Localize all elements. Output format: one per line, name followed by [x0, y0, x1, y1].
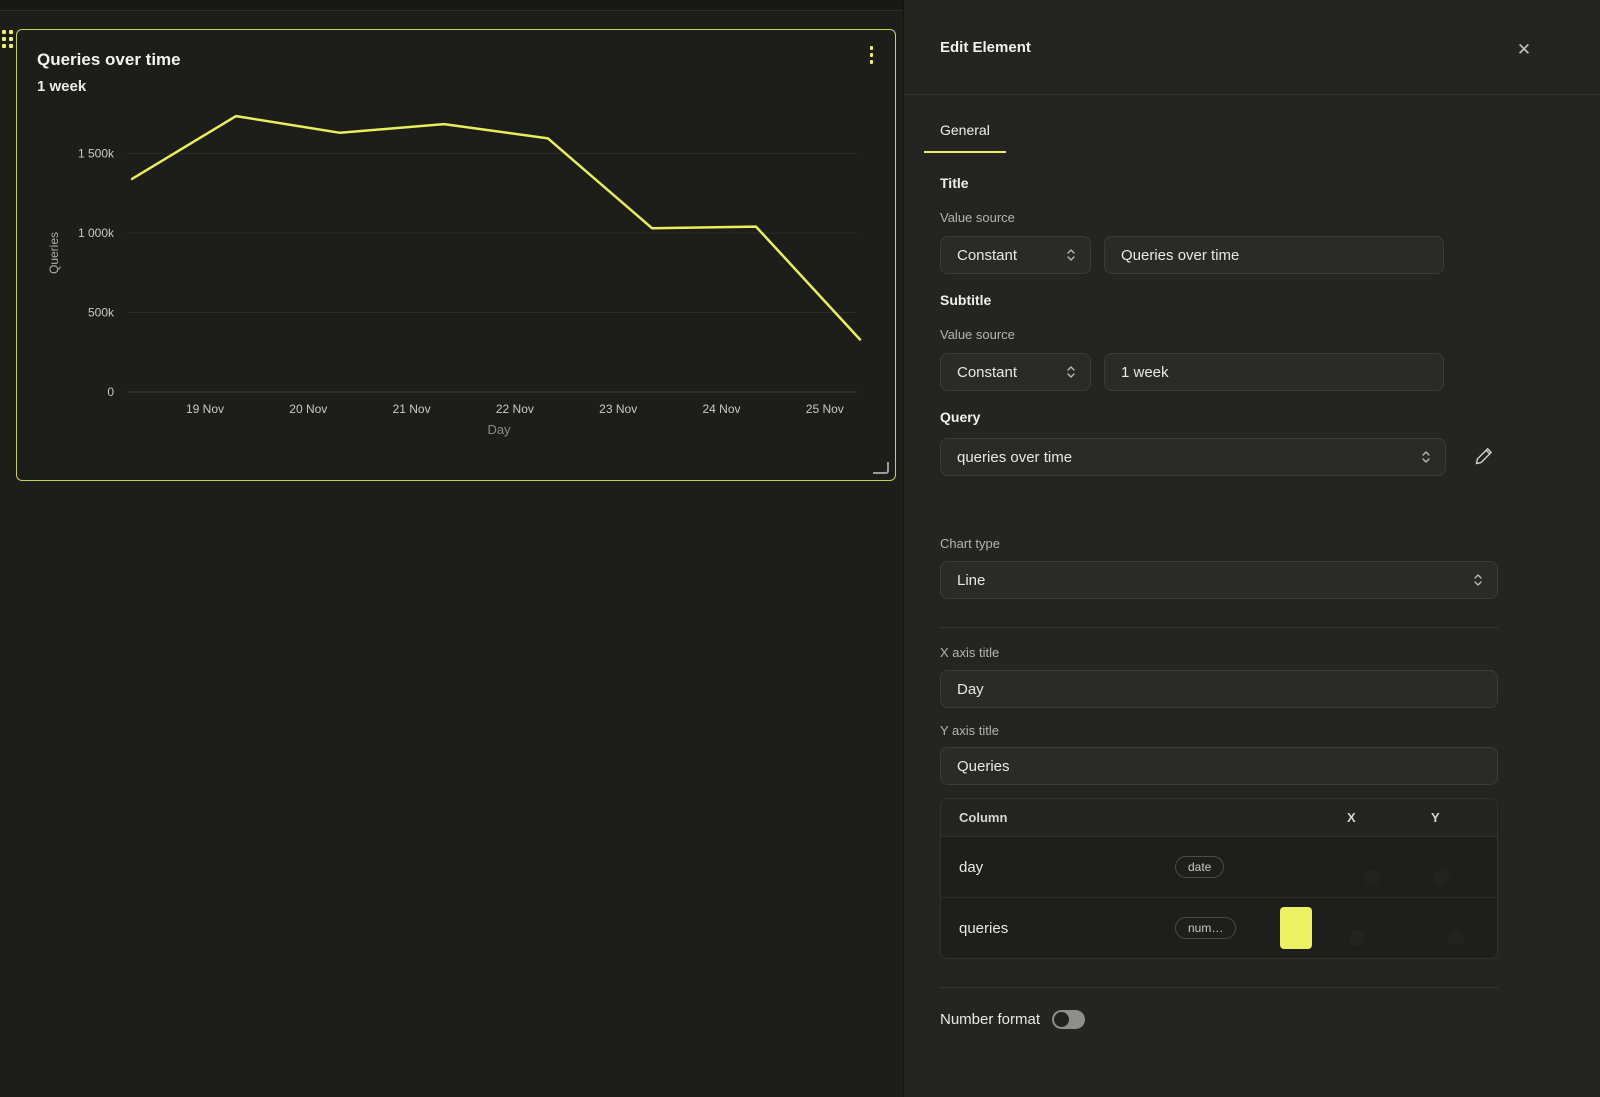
- pencil-icon: [1474, 446, 1494, 469]
- svg-text:23 Nov: 23 Nov: [599, 402, 637, 416]
- chart-type-select[interactable]: Line: [940, 561, 1498, 599]
- edit-element-panel: Edit Element ✕ General Title Value sourc…: [903, 0, 1600, 1097]
- columns-table: Column X Y day date queries num…: [940, 798, 1498, 959]
- edit-query-button[interactable]: [1470, 442, 1498, 473]
- svg-text:21 Nov: 21 Nov: [393, 402, 431, 416]
- section-divider: [940, 627, 1498, 628]
- svg-text:24 Nov: 24 Nov: [702, 402, 740, 416]
- number-format-label: Number format: [940, 1011, 1040, 1028]
- subtitle-source-value: Constant: [957, 364, 1017, 381]
- chevron-updown-icon: [1064, 364, 1078, 380]
- number-format-toggle[interactable]: [1052, 1010, 1085, 1029]
- columns-table-header: Column X Y: [941, 799, 1497, 836]
- chart-type-value: Line: [957, 572, 985, 589]
- chevron-updown-icon: [1419, 449, 1433, 465]
- table-row-queries: queries num…: [941, 897, 1497, 958]
- line-chart: 0 500k 1 000k 1 500k 19 Nov 20 Nov 21 Nov 22 No…: [17, 30, 895, 480]
- chart-card-title: Queries over time: [37, 50, 181, 70]
- section-divider: [940, 987, 1498, 988]
- query-section-heading: Query: [940, 409, 1498, 425]
- drag-handle-icon[interactable]: [2, 30, 13, 48]
- chart-card-subtitle: 1 week: [37, 78, 86, 95]
- title-section-heading: Title: [940, 175, 1498, 191]
- type-badge: date: [1175, 856, 1224, 878]
- subtitle-source-select[interactable]: Constant: [940, 353, 1091, 391]
- title-source-select[interactable]: Constant: [940, 236, 1091, 274]
- title-value-source-label: Value source: [940, 210, 1498, 225]
- chevron-updown-icon: [1064, 247, 1078, 263]
- svg-text:25 Nov: 25 Nov: [806, 402, 844, 416]
- title-source-value: Constant: [957, 247, 1017, 264]
- subtitle-section-heading: Subtitle: [940, 292, 1498, 308]
- query-select[interactable]: queries over time: [940, 438, 1446, 476]
- card-menu-button[interactable]: [868, 44, 876, 66]
- x-axis-title-input[interactable]: [940, 670, 1498, 708]
- panel-title: Edit Element: [940, 39, 1031, 56]
- panel-header: Edit Element ✕: [904, 0, 1600, 95]
- close-button[interactable]: ✕: [1512, 38, 1536, 62]
- y-axis-title-input[interactable]: [940, 747, 1498, 785]
- svg-text:1 000k: 1 000k: [78, 226, 115, 240]
- y-header: Y: [1431, 810, 1479, 825]
- title-value-input[interactable]: [1104, 236, 1444, 274]
- dashboard-canvas: 0 500k 1 000k 1 500k 19 Nov 20 Nov 21 Nov 22 No…: [0, 0, 903, 1097]
- svg-text:22 Nov: 22 Nov: [496, 402, 534, 416]
- tab-general[interactable]: General: [924, 122, 1006, 153]
- resize-handle[interactable]: [873, 462, 889, 474]
- panel-body: General Title Value source Constant Subt…: [904, 122, 1498, 1029]
- query-select-value: queries over time: [957, 449, 1072, 466]
- column-name: day: [959, 859, 1175, 876]
- svg-text:1 500k: 1 500k: [78, 147, 115, 161]
- svg-text:500k: 500k: [88, 306, 115, 320]
- x-axis-title-label: X axis title: [940, 645, 1498, 660]
- subtitle-value-source-label: Value source: [940, 327, 1498, 342]
- svg-text:Queries: Queries: [47, 232, 61, 274]
- chevron-updown-icon: [1471, 572, 1485, 588]
- canvas-topbar: [0, 0, 903, 11]
- series-color-swatch[interactable]: [1280, 907, 1312, 949]
- svg-text:20 Nov: 20 Nov: [289, 402, 327, 416]
- subtitle-value-input[interactable]: [1104, 353, 1444, 391]
- app-window: 0 500k 1 000k 1 500k 19 Nov 20 Nov 21 Nov 22 No…: [0, 0, 1600, 1097]
- svg-text:19 Nov: 19 Nov: [186, 402, 224, 416]
- column-name: queries: [959, 920, 1175, 937]
- y-axis-title-label: Y axis title: [940, 723, 1498, 738]
- tab-bar: General: [940, 122, 1498, 153]
- svg-text:0: 0: [107, 385, 114, 399]
- column-header: Column: [959, 810, 1175, 825]
- chart-card[interactable]: 0 500k 1 000k 1 500k 19 Nov 20 Nov 21 Nov 22 No…: [16, 29, 896, 481]
- chart-type-label: Chart type: [940, 536, 1498, 551]
- svg-text:Day: Day: [487, 422, 511, 437]
- x-header: X: [1347, 810, 1431, 825]
- table-row-day: day date: [941, 836, 1497, 897]
- type-badge: num…: [1175, 917, 1236, 939]
